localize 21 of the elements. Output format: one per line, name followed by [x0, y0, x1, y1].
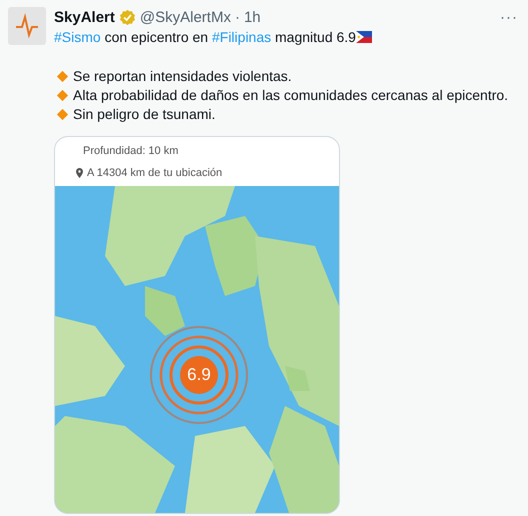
bullet-text: Se reportan intensidades violentas. — [73, 67, 292, 86]
separator: · — [234, 8, 240, 26]
more-options-button[interactable]: ··· — [500, 8, 518, 26]
depth-text: Profundidad: 10 km — [83, 144, 180, 156]
diamond-icon — [56, 70, 69, 83]
flag-icon — [356, 31, 372, 43]
magnitude-label: 6.9 — [186, 365, 212, 385]
media-card[interactable]: Profundidad: 10 km A 14304 km de tu ubicación 6.9 — [54, 136, 340, 514]
author-name[interactable]: SkyAlert — [54, 8, 115, 26]
bullet-text: Sin peligro de tsunami. — [73, 105, 216, 124]
distance-text: A 14304 km de tu ubicación — [87, 166, 222, 178]
post-text: magnitud 6.9 — [274, 28, 356, 47]
diamond-icon — [56, 108, 69, 121]
post-text: con epicentro en — [104, 28, 210, 47]
avatar[interactable] — [8, 7, 46, 45]
diamond-icon — [56, 89, 69, 102]
user-handle[interactable]: @SkyAlertMx — [140, 8, 231, 26]
location-pin-icon — [76, 168, 83, 178]
pulse-icon — [14, 13, 40, 39]
bullet-text: Alta probabilidad de daños en las comunidades cercanas al epicentro. — [73, 86, 508, 105]
post-time[interactable]: 1h — [244, 8, 261, 26]
